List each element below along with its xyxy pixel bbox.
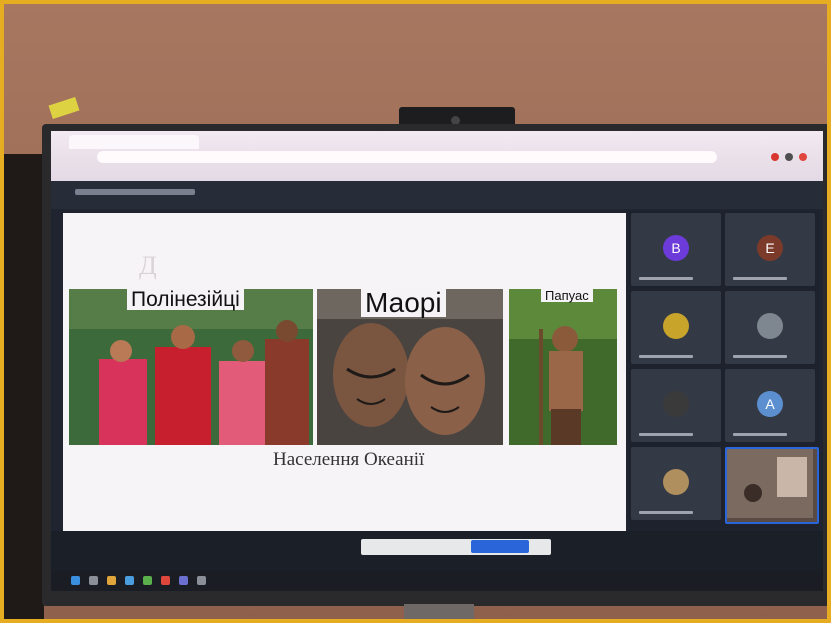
slide-faded-title: Д xyxy=(139,251,157,280)
taskbar-app-icon[interactable] xyxy=(197,576,206,585)
participant-tile[interactable] xyxy=(725,291,815,364)
participant-tile[interactable]: A xyxy=(725,369,815,442)
label-papuan: Папуас xyxy=(541,289,593,302)
participant-name xyxy=(733,277,787,280)
participant-tile[interactable]: B xyxy=(631,213,721,286)
profile-icon[interactable] xyxy=(799,153,807,161)
participant-name xyxy=(639,277,693,280)
participant-name xyxy=(639,355,693,358)
participant-tile[interactable] xyxy=(631,447,721,520)
participant-name xyxy=(733,355,787,358)
polynesians-photo: Полінезійці xyxy=(69,289,313,445)
participant-avatar: E xyxy=(757,235,783,261)
papuan-photo: Папуас xyxy=(509,289,617,445)
background-object xyxy=(4,154,44,619)
windows-start-icon[interactable] xyxy=(71,576,80,585)
taskbar-app-icon[interactable] xyxy=(143,576,152,585)
self-video xyxy=(727,449,813,518)
extension-icon[interactable] xyxy=(785,153,793,161)
polynesians-image xyxy=(69,289,313,445)
windows-taskbar xyxy=(51,571,823,591)
participant-name xyxy=(639,433,693,436)
participant-tile[interactable]: E xyxy=(725,213,815,286)
papuan-image xyxy=(509,289,617,445)
participant-tile[interactable] xyxy=(631,291,721,364)
participant-name xyxy=(639,511,693,514)
yellow-tape-left xyxy=(48,97,80,119)
participant-avatar: A xyxy=(757,391,783,417)
label-polynesians: Полінезійці xyxy=(127,289,244,310)
browser-toolbar xyxy=(51,131,823,181)
participant-grid: B E A xyxy=(629,211,819,531)
monitor-screen: Д Полінезійці Маорі Папуас Населення Оке… xyxy=(51,131,823,591)
participant-avatar xyxy=(663,391,689,417)
address-bar[interactable] xyxy=(97,151,717,163)
taskbar-app-icon[interactable] xyxy=(107,576,116,585)
participant-name xyxy=(733,433,787,436)
slide-caption: Населення Океанії xyxy=(273,449,425,470)
taskbar-app-icon[interactable] xyxy=(179,576,188,585)
participant-avatar: B xyxy=(663,235,689,261)
participant-avatar xyxy=(663,313,689,339)
taskbar-app-icon[interactable] xyxy=(125,576,134,585)
label-maori: Маорі xyxy=(361,289,446,317)
meeting-header xyxy=(51,181,823,209)
stop-presenting-button[interactable] xyxy=(471,540,529,553)
chrome-icon[interactable] xyxy=(161,576,170,585)
monitor-stand xyxy=(404,604,474,619)
meeting-controls xyxy=(51,531,823,571)
browser-tab[interactable] xyxy=(69,135,199,149)
meeting-title xyxy=(75,189,195,195)
maori-photo: Маорі xyxy=(317,289,503,445)
extension-icon[interactable] xyxy=(771,153,779,161)
photo: Д Полінезійці Маорі Папуас Населення Оке… xyxy=(4,4,827,619)
search-icon[interactable] xyxy=(89,576,98,585)
presentation-slide: Д Полінезійці Маорі Папуас Населення Оке… xyxy=(63,213,626,531)
participant-avatar xyxy=(757,313,783,339)
participant-avatar xyxy=(663,469,689,495)
participant-tile[interactable] xyxy=(631,369,721,442)
self-video-tile[interactable] xyxy=(725,447,819,524)
